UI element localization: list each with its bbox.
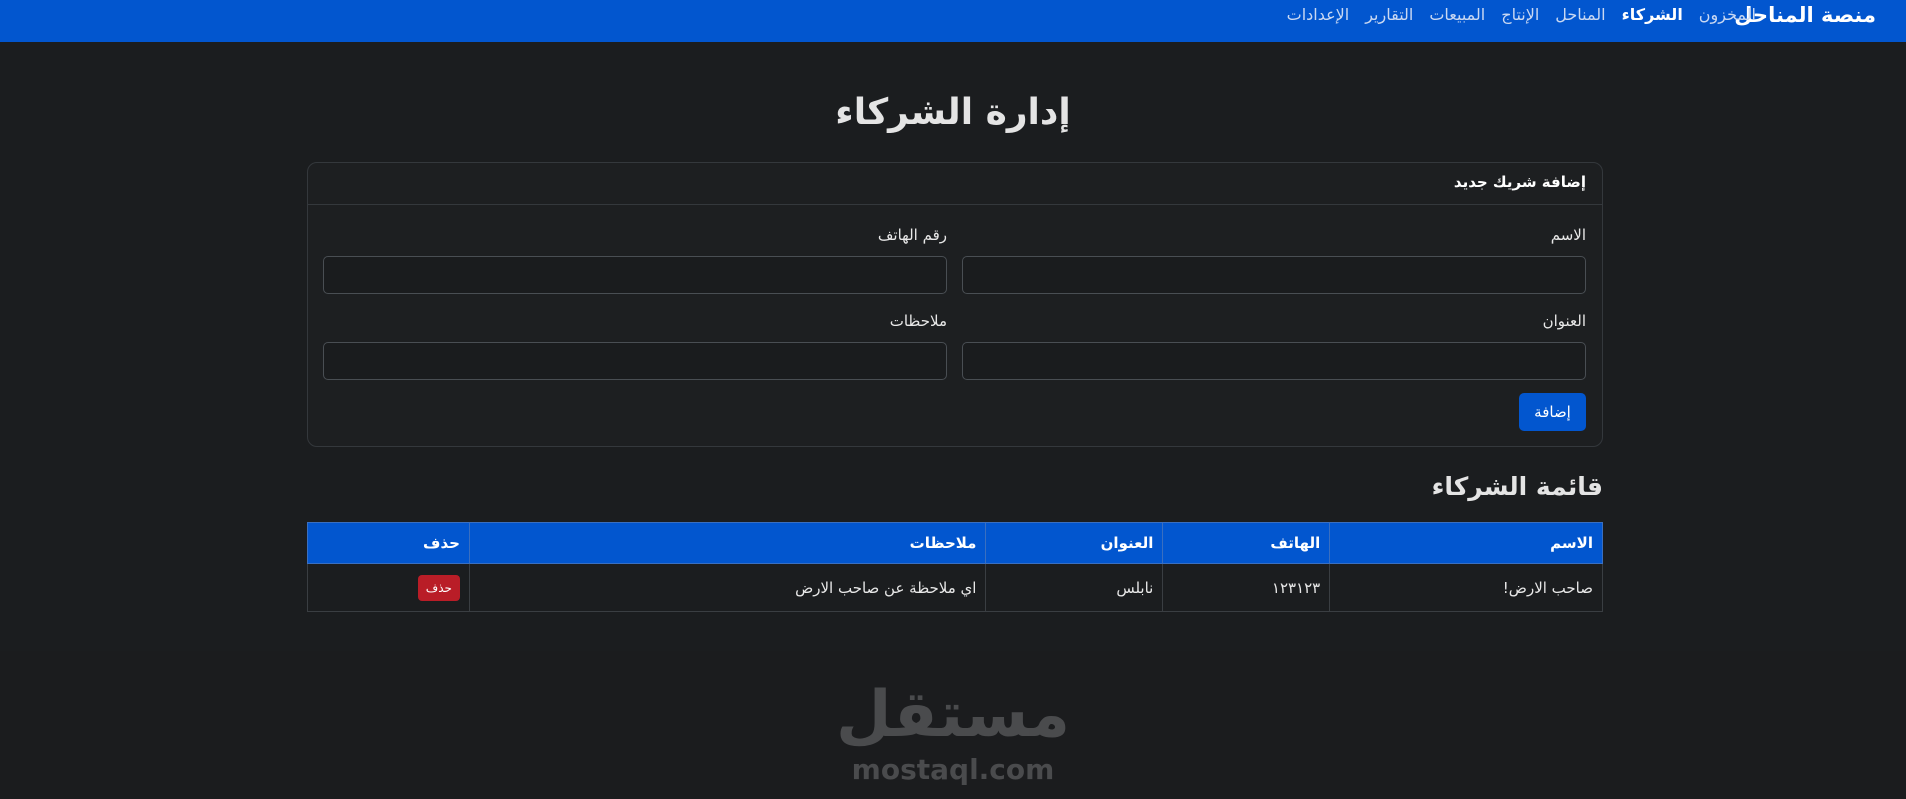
column-header-delete: حذف xyxy=(307,522,470,564)
column-header-address: العنوان xyxy=(985,522,1164,564)
notes-input[interactable] xyxy=(323,342,947,380)
card-header: إضافة شريك جديد xyxy=(308,163,1602,205)
page-title: إدارة الشركاء xyxy=(835,92,1071,133)
cell-delete: حذف xyxy=(307,563,470,612)
nav-link-reports[interactable]: التقارير xyxy=(1365,5,1413,24)
watermark-latin: mostaql.com xyxy=(851,753,1055,786)
top-navbar: منصة المناحل المخزون الشركاء المناحل الإ… xyxy=(0,0,1906,42)
partners-list-title: قائمة الشركاء xyxy=(1431,472,1603,501)
column-header-notes: ملاحظات xyxy=(468,522,987,564)
add-partner-button[interactable]: إضافة xyxy=(1519,393,1586,431)
phone-input[interactable] xyxy=(323,256,947,294)
add-partner-card: إضافة شريك جديد الاسم رقم الهاتف العنوان… xyxy=(307,162,1603,447)
delete-button[interactable]: حذف xyxy=(417,574,460,601)
watermark-logo: مستقل mostaql.com xyxy=(0,683,1906,786)
address-field-group: العنوان xyxy=(962,312,1586,380)
name-label: الاسم xyxy=(1550,226,1586,244)
nav-link-sales[interactable]: المبيعات xyxy=(1429,5,1485,24)
notes-label: ملاحظات xyxy=(889,312,947,330)
table-row: صاحب الارض! ١٢٣١٢٣ نابلس اي ملاحظة عن صا… xyxy=(307,563,1603,612)
name-field-group: الاسم xyxy=(962,226,1586,294)
table-header-row: الاسم الهاتف العنوان ملاحظات حذف xyxy=(307,522,1603,564)
cell-notes: اي ملاحظة عن صاحب الارض xyxy=(468,563,987,612)
cell-address: نابلس xyxy=(985,563,1164,612)
phone-field-group: رقم الهاتف xyxy=(323,226,947,294)
nav-link-settings[interactable]: الإعدادات xyxy=(1287,5,1350,24)
partners-table: الاسم الهاتف العنوان ملاحظات حذف صاحب ال… xyxy=(307,522,1603,612)
nav-link-inventory[interactable]: المخزون xyxy=(1699,5,1756,24)
cell-phone: ١٢٣١٢٣ xyxy=(1162,563,1331,612)
column-header-phone: الهاتف xyxy=(1162,522,1331,564)
notes-field-group: ملاحظات xyxy=(323,312,947,380)
watermark-arabic: مستقل xyxy=(835,678,1071,752)
nav-links: المخزون الشركاء المناحل الإنتاج المبيعات… xyxy=(1287,5,1756,24)
column-header-name: الاسم xyxy=(1329,522,1603,564)
nav-link-production[interactable]: الإنتاج xyxy=(1501,5,1539,24)
address-label: العنوان xyxy=(1542,312,1586,330)
nav-link-partners[interactable]: الشركاء xyxy=(1622,5,1683,24)
cell-name: صاحب الارض! xyxy=(1329,563,1603,612)
name-input[interactable] xyxy=(962,256,1586,294)
footer: مستقل mostaql.com xyxy=(0,651,1906,799)
address-input[interactable] xyxy=(962,342,1586,380)
phone-label: رقم الهاتف xyxy=(877,226,947,244)
nav-link-apiaries[interactable]: المناحل xyxy=(1555,5,1605,24)
